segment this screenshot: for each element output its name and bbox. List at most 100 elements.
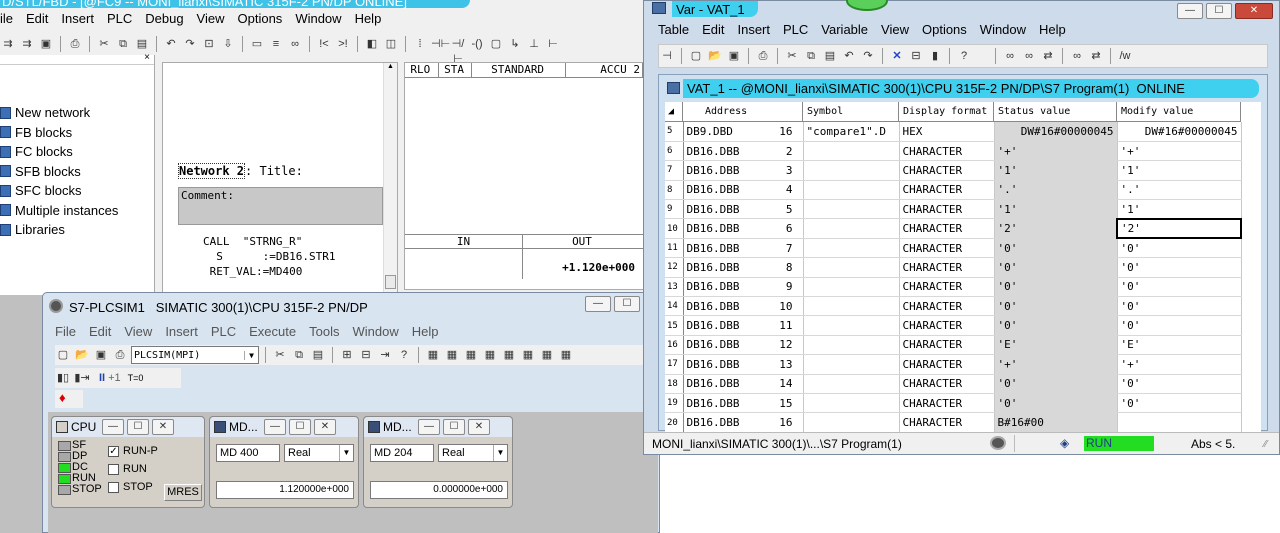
- symbol-cell[interactable]: [803, 218, 900, 239]
- menu-item-edit[interactable]: Edit: [702, 22, 724, 37]
- coil-icon[interactable]: -(): [469, 37, 485, 52]
- display-format-cell[interactable]: CHARACTER: [899, 412, 995, 433]
- branch-close-icon[interactable]: ⊥: [526, 37, 542, 52]
- table-row[interactable]: 11 DB16.DBB 7 CHARACTER '0' '0': [665, 238, 1242, 259]
- address-cell[interactable]: DB16.DBB 5: [683, 199, 804, 220]
- display-format-cell[interactable]: CHARACTER: [899, 296, 995, 317]
- md-format-select[interactable]: Real ▼: [284, 444, 354, 462]
- tile-icon-4[interactable]: ▦: [482, 348, 498, 363]
- tile-icon-3[interactable]: ▦: [463, 348, 479, 363]
- display-format-cell[interactable]: CHARACTER: [899, 315, 995, 336]
- modify-value-cell[interactable]: [1117, 412, 1242, 433]
- pin-icon[interactable]: ⊣: [659, 49, 675, 64]
- mode-run[interactable]: RUN: [108, 460, 158, 478]
- address-cell[interactable]: DB16.DBB 7: [683, 238, 804, 259]
- symbol-cell[interactable]: [803, 257, 900, 278]
- minimize-icon[interactable]: —: [585, 296, 611, 312]
- symbol-cell[interactable]: [803, 296, 900, 317]
- menu-item-variable[interactable]: Variable: [821, 22, 868, 37]
- modify-value-cell[interactable]: '2': [1116, 217, 1242, 240]
- tree-item[interactable]: FB blocks: [0, 123, 154, 143]
- symbol-cell[interactable]: [803, 374, 900, 394]
- menu-item-help[interactable]: Help: [355, 11, 382, 26]
- modify-variable-icon[interactable]: ⇄: [1040, 49, 1056, 64]
- cut-icon[interactable]: ✂: [784, 49, 800, 64]
- modify-value-cell[interactable]: '0': [1117, 315, 1242, 336]
- menu-item-plc[interactable]: PLC: [783, 22, 808, 37]
- help-icon[interactable]: ?: [396, 348, 412, 363]
- paste-icon[interactable]: ▤: [134, 37, 150, 52]
- maximize-icon[interactable]: ☐: [614, 296, 640, 312]
- minimize-icon[interactable]: —: [102, 419, 124, 435]
- modify-value-cell[interactable]: '.': [1117, 180, 1242, 201]
- mode-stop[interactable]: STOP: [108, 478, 158, 496]
- menu-item-view[interactable]: View: [124, 324, 152, 339]
- tile-icon-8[interactable]: ▦: [558, 348, 574, 363]
- symbol-cell[interactable]: [803, 141, 900, 162]
- timer-reset-button[interactable]: T=0: [128, 373, 144, 383]
- scroll-up-icon[interactable]: ▲: [384, 63, 397, 70]
- minimize-icon[interactable]: —: [1177, 3, 1203, 19]
- display-format-cell[interactable]: CHARACTER: [899, 257, 995, 278]
- address-cell[interactable]: DB16.DBB 3: [683, 160, 804, 181]
- menu-item-options[interactable]: Options: [238, 11, 283, 26]
- menu-item-view[interactable]: View: [881, 22, 909, 37]
- tile-icon-2[interactable]: ▦: [444, 348, 460, 363]
- print-icon[interactable]: ⎙: [67, 37, 83, 52]
- menu-item-execute[interactable]: Execute: [249, 324, 296, 339]
- display-format-cell[interactable]: CHARACTER: [899, 141, 995, 162]
- download-icon[interactable]: ⇩: [220, 37, 236, 52]
- interface-select[interactable]: PLCSIM(MPI) ▼: [131, 346, 259, 364]
- display-format-cell[interactable]: CHARACTER: [899, 218, 995, 239]
- tree-item[interactable]: Multiple instances: [0, 201, 154, 221]
- network-label[interactable]: Network 2: [178, 163, 246, 179]
- force-icon[interactable]: /w: [1117, 49, 1133, 64]
- maximize-icon[interactable]: ☐: [289, 419, 311, 435]
- save-icon[interactable]: ▣: [93, 348, 109, 363]
- resize-grip-icon[interactable]: ⁄⁄: [1264, 439, 1267, 450]
- md-value-field[interactable]: 0.000000e+000: [370, 481, 508, 499]
- symbol-table-icon[interactable]: ⊟: [908, 49, 924, 64]
- close-icon[interactable]: ✕: [152, 419, 174, 435]
- menu-item-ile[interactable]: ile: [0, 11, 13, 26]
- breakpoint-icon[interactable]: ♦: [59, 390, 66, 405]
- branch-icon[interactable]: ⊢: [545, 37, 561, 52]
- modify-value-cell[interactable]: '0': [1117, 296, 1242, 317]
- table-row[interactable]: 16 DB16.DBB 12 CHARACTER 'E' 'E': [665, 335, 1242, 356]
- box-icon[interactable]: ▢: [488, 37, 504, 52]
- table-row[interactable]: 5 DB9.DBD 16 "compare1".D HEX DW#16#00000045 D…: [665, 122, 1242, 142]
- menu-item-insert[interactable]: Insert: [737, 22, 770, 37]
- tile-icon-1[interactable]: ▦: [425, 348, 441, 363]
- display-format-cell[interactable]: CHARACTER: [899, 180, 995, 201]
- save-icon[interactable]: ▣: [726, 49, 742, 64]
- mode-checkbox[interactable]: [108, 463, 119, 475]
- close-icon[interactable]: ×: [144, 52, 150, 63]
- menu-item-help[interactable]: Help: [412, 324, 439, 339]
- cycle-icon[interactable]: ▮▯: [55, 371, 71, 386]
- delete-icon[interactable]: ✕: [889, 49, 905, 64]
- save-icon[interactable]: ▣: [38, 37, 54, 52]
- branch-open-icon[interactable]: ↳: [507, 37, 523, 52]
- contact-nc-icon[interactable]: ⊣/⊢: [450, 37, 466, 65]
- table-row[interactable]: 10 DB16.DBB 6 CHARACTER '2' '2': [665, 217, 1242, 240]
- modify-value-cell[interactable]: 'E': [1117, 335, 1242, 356]
- paste-icon[interactable]: ▤: [310, 348, 326, 363]
- tree-item[interactable]: SFB blocks: [0, 162, 154, 182]
- mode-checkbox[interactable]: ✓: [108, 445, 119, 457]
- table-row[interactable]: 18 DB16.DBB 14 CHARACTER '0' '0': [665, 374, 1242, 394]
- tree-item[interactable]: Libraries: [0, 220, 154, 240]
- jump-icon[interactable]: !<: [316, 37, 332, 52]
- view2-icon[interactable]: ◫: [383, 37, 399, 52]
- close-icon[interactable]: ✕: [1235, 3, 1273, 19]
- new-icon[interactable]: ▢: [688, 49, 704, 64]
- table-row[interactable]: 13 DB16.DBB 9 CHARACTER '0' '0': [665, 277, 1242, 298]
- symbol-cell[interactable]: [803, 180, 900, 201]
- modify-value-cell[interactable]: '0': [1117, 393, 1242, 414]
- table-row[interactable]: 7 DB16.DBB 3 CHARACTER '1' '1': [665, 160, 1242, 181]
- maximize-icon[interactable]: ☐: [1206, 3, 1232, 19]
- symbol-cell[interactable]: [803, 160, 900, 181]
- menu-item-file[interactable]: File: [55, 324, 76, 339]
- tile-icon-7[interactable]: ▦: [539, 348, 555, 363]
- symbol-cell[interactable]: [803, 412, 900, 433]
- menu-item-debug[interactable]: Debug: [145, 11, 183, 26]
